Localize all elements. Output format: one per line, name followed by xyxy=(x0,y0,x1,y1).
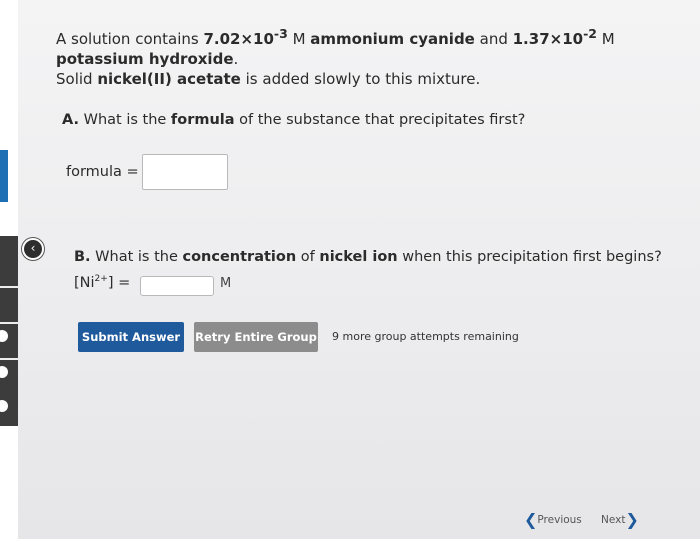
part-b-label: B. xyxy=(74,249,91,265)
part-a-text: What is the xyxy=(79,112,171,128)
nickel-ion-label: [Ni2+] = xyxy=(74,274,130,291)
previous-link[interactable]: ❮Previous xyxy=(524,510,582,529)
retry-entire-group-button[interactable]: Retry Entire Group xyxy=(194,322,318,352)
question-text: and xyxy=(474,30,513,48)
next-label: Next xyxy=(601,514,626,526)
question-line-2: Solid nickel(II) acetate is added slowly… xyxy=(56,69,676,89)
concentration-2-exponent: -2 xyxy=(583,26,597,41)
part-b-text: What is the xyxy=(90,249,183,265)
sidebar-divider xyxy=(0,358,18,360)
question-text: Solid xyxy=(56,70,98,88)
added-compound: nickel(II) acetate xyxy=(97,70,241,88)
attempts-remaining: 9 more group attempts remaining xyxy=(332,330,519,343)
part-b-keyword: nickel ion xyxy=(319,249,398,265)
concentration-1-exponent: -3 xyxy=(273,26,288,41)
question-text: . xyxy=(233,50,239,68)
part-b-text: of xyxy=(296,249,320,265)
formula-label: formula = xyxy=(66,164,139,180)
sidebar-active-indicator xyxy=(0,150,8,202)
nickel-ion-charge: 2+ xyxy=(94,274,108,284)
question-stem: A solution contains 7.02×10-3 M ammonium… xyxy=(56,24,676,89)
sidebar-divider xyxy=(0,286,18,288)
compound-2: potassium hydroxide xyxy=(56,50,234,68)
part-b-keyword: concentration xyxy=(182,249,297,265)
unit: M xyxy=(287,30,311,48)
previous-label: Previous xyxy=(537,514,582,526)
next-link[interactable]: Next❯ xyxy=(601,510,639,529)
left-sidebar xyxy=(0,0,18,539)
part-a-text: of the substance that precipitates first… xyxy=(234,112,526,128)
compound-1: ammonium cyanide xyxy=(310,30,475,48)
concentration-1: 7.02×10 xyxy=(203,30,274,48)
part-a-keyword: formula xyxy=(170,112,235,128)
part-a-prompt: A. What is the formula of the substance … xyxy=(62,112,525,128)
back-arrow-icon[interactable]: ‹ xyxy=(22,238,44,260)
submit-answer-button[interactable]: Submit Answer xyxy=(78,322,184,352)
question-line-1: A solution contains 7.02×10-3 M ammonium… xyxy=(56,24,676,69)
nickel-concentration-input[interactable] xyxy=(140,276,214,296)
nickel-ion-symbol: [Ni xyxy=(74,274,95,291)
concentration-unit: M xyxy=(220,276,232,291)
formula-input[interactable] xyxy=(142,154,228,190)
part-b-text: when this precipitation first begins? xyxy=(397,249,662,265)
sidebar-divider xyxy=(0,322,18,324)
part-a-label: A. xyxy=(62,112,79,128)
question-text: is added slowly to this mixture. xyxy=(240,70,481,88)
chevron-right-icon: ❯ xyxy=(625,510,639,529)
nickel-ion-equals: ] = xyxy=(107,274,131,291)
part-b-prompt: B. What is the concentration of nickel i… xyxy=(74,249,662,265)
unit: M xyxy=(596,30,615,48)
question-text: A solution contains xyxy=(56,30,204,48)
chevron-left-icon: ❮ xyxy=(524,510,538,529)
concentration-2: 1.37×10 xyxy=(512,30,584,48)
